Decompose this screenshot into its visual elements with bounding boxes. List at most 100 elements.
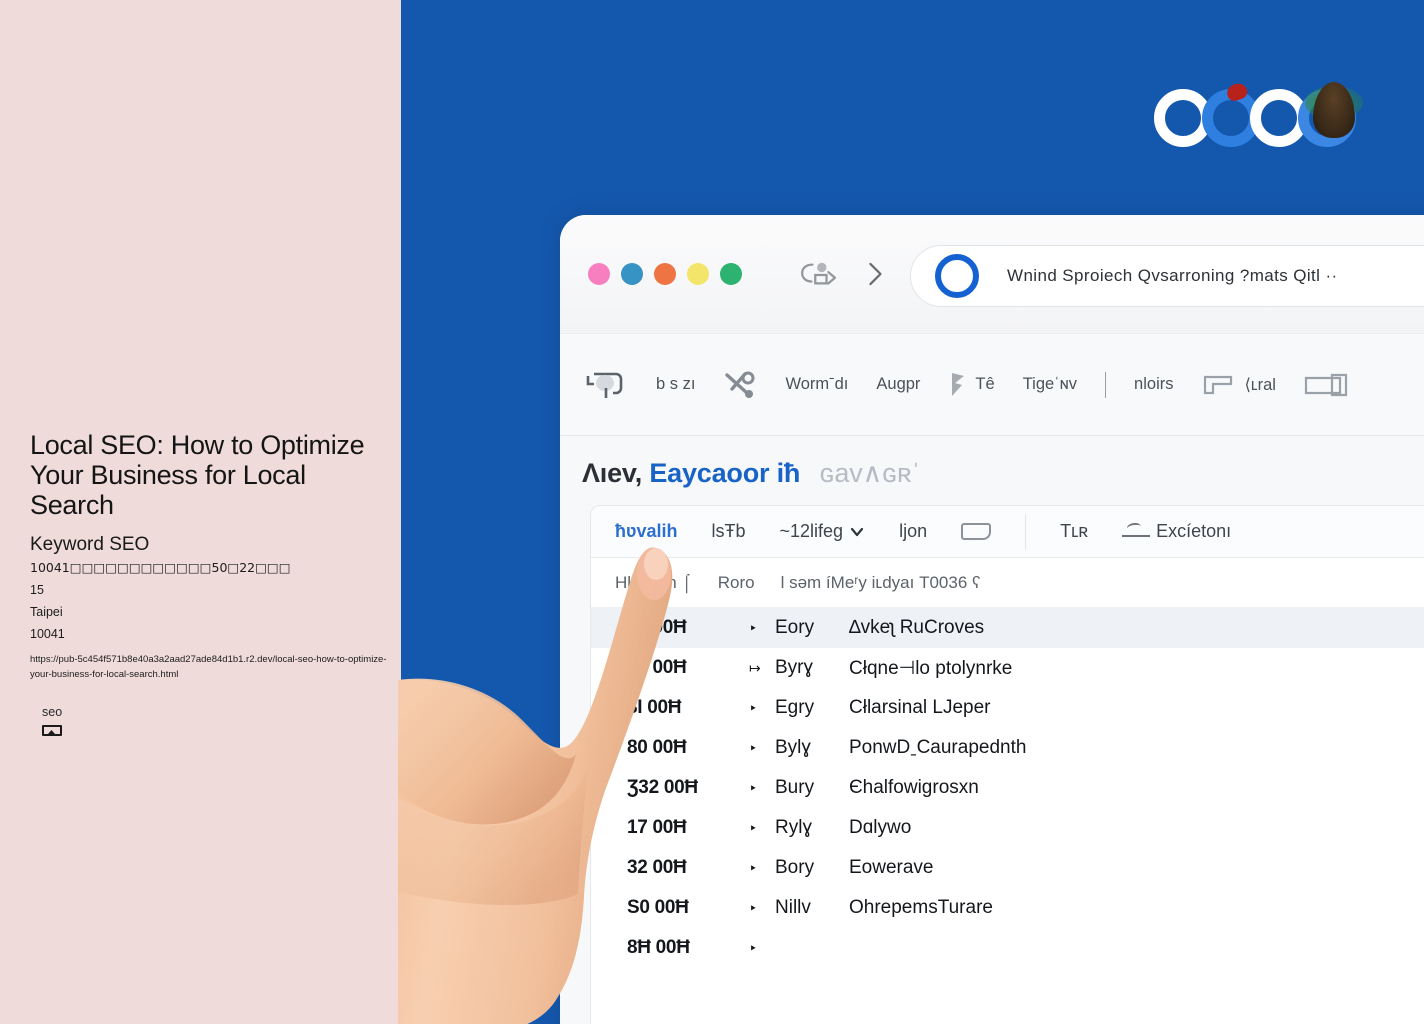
row-arrow-icon: ‣ [749,739,758,756]
subheader-stats: l səm íMeʳy iʟdyaı Τ0036 ʕ [781,573,981,593]
col-header-ljon[interactable]: ljon [899,521,927,542]
table-row[interactable]: Ʒ32 00Ħ ‣ Bury Єhalfowigrosxn [591,768,1424,808]
row-value: 8I 00Ħ [627,697,682,718]
toolbar-item-9[interactable]: ⟨ʟral [1201,372,1276,398]
table-row[interactable]: 17 00Ħ ‣ Rylɣ Dɑlywo [591,808,1424,848]
row-tag: Eory [775,617,815,638]
subheader-stats-label: l səm íMeʳy iʟdyaı Τ0036 ʕ [780,572,981,592]
address-bar[interactable]: Wnind Sproiech Qvsarroning ?mats Qitl ·· [910,245,1424,307]
row-value: S0 00Ħ [627,897,689,918]
logo-red-accent-icon [1225,81,1249,103]
four-ring-logo [1154,78,1363,158]
col-header-lsib-label: lsŦb [711,521,746,541]
screenshot-stage: Local SEO: How to Optimize Your Business… [0,0,1424,1024]
row-tag: Bylɣ [775,737,811,758]
browser-window: Wnind Sproiech Qvsarroning ?mats Qitl ··… [560,215,1424,1024]
navigation-controls [800,259,886,289]
row-value: 17 00Ħ [627,817,687,838]
col-header-keyword[interactable]: ħʋvalih [615,521,678,542]
row-arrow-icon: ‣ [749,779,758,796]
box-shape-icon [1204,375,1233,394]
table-row[interactable]: 80 00Ħ ‣ Bylɣ PonwDˍCaurapednth [591,728,1424,768]
row-tag: Rylɣ [775,817,812,838]
row-arrow-icon: ‣ [749,939,758,956]
meta-city-line: Taipei [30,605,63,619]
table-row[interactable]: 8Ħ 00Ħ ‣ [591,928,1424,968]
table-row[interactable]: 68 00Ħ ‣ Eory ∆vkeʅ RuCroves [591,608,1424,648]
window-controls[interactable] [588,263,742,285]
subheader-hly-oun-label: Hlʳy oun [615,572,677,592]
dot-orange-icon[interactable] [654,263,676,285]
page-title: Local SEO: How to Optimize Your Business… [30,430,365,520]
article-panel: Local SEO: How to Optimize Your Business… [0,0,401,1024]
lasso-shape-icon [586,372,623,398]
table-body: 68 00Ħ ‣ Eory ∆vkeʅ RuCroves 13 00Ħ ↦ Byrɣ Cłqn… [591,608,1424,968]
row-text: Dɑlywo [849,817,912,838]
article-subtitle: Keyword SEO [30,534,150,555]
chevron-right-icon[interactable] [864,259,886,289]
col-header-exception[interactable]: Excíetonı [1122,521,1231,542]
chevron-down-icon [850,527,864,536]
page-heading-part2: Eaycaoor iħ [649,458,801,488]
article-content: Local SEO: How to Optimize Your Business… [30,430,390,682]
col-header-tlk-label: Tʟʀ [1060,521,1089,541]
row-text: OhrepemsTurare [849,897,993,918]
page-heading: Ʌıev, Eaycaoor iħ ɢav∧ɢʀˈ [560,436,1424,499]
row-text: ∆vkeʅ RuCroves [849,617,985,638]
address-bar-value[interactable]: Wnind Sproiech Qvsarroning ?mats Qitl ·· [1007,266,1338,286]
scissors-icon [725,371,755,398]
toolbar-item-7[interactable]: Tigeˈɴᴠ [1023,375,1077,394]
toolbar-item-4-label: Wormˉdı [785,375,849,393]
table-row[interactable]: 32 00Ħ ‣ Bory Eowerave [591,848,1424,888]
back-chat-icon[interactable] [800,259,838,289]
article-url-link[interactable]: https://pub-5c454f571b8e40a3a2aad27ade84… [30,652,388,682]
table-header-row: ħʋvalih lsŦb ~12lifeg ljon Tʟʀ Excíetonı [591,506,1424,558]
col-header-shape[interactable] [961,523,992,540]
blue-ring-icon [935,254,979,298]
row-arrow-icon: ‣ [749,899,758,916]
row-arrow-icon: ‣ [749,619,758,636]
col-header-exception-label: Excíetonı [1156,521,1232,541]
toolbar-item-3[interactable] [723,369,757,401]
row-value: 8Ħ 00Ħ [627,937,690,958]
row-value: 32 00Ħ [627,857,687,878]
col-header-tlk[interactable]: Tʟʀ [1060,521,1088,542]
subheader-hly-oun[interactable]: Hlʳy oun ⌠ [615,573,692,593]
browser-toolbar: b s zı Wormˉdı Augpr Tê Tigeˈɴᴠ nloirs ⟨… [560,333,1424,436]
row-arrow-icon: ‣ [749,699,758,716]
toolbar-item-6[interactable]: Tê [948,370,995,400]
row-text: Cłlarsinal LJeper [849,697,991,718]
image-placeholder-icon [42,725,62,736]
toolbar-item-1[interactable] [582,368,628,402]
article-tag-label[interactable]: seo [42,703,62,721]
dot-pink-icon[interactable] [588,263,610,285]
toolbar-item-6-label: Tê [975,375,995,393]
row-arrow-icon: ‣ [749,859,758,876]
page-heading-part3: ɢav∧ɢʀˈ [819,458,921,488]
subheader-roro[interactable]: Roro [718,573,755,593]
results-table: ħʋvalih lsŦb ~12lifeg ljon Tʟʀ Excíetonı… [590,505,1424,1024]
toolbar-item-5-label: Augpr [876,375,921,393]
row-value: 80 00Ħ [627,737,687,758]
dot-yellow-icon[interactable] [687,263,709,285]
article-tag-block: seo [42,703,62,736]
toolbar-item-4[interactable]: Wormˉdı [785,375,848,394]
row-arrow-icon: ↦ [749,659,761,676]
table-row[interactable]: 13 00Ħ ↦ Byrɣ Cłqne⊣lo ptolynrke [591,648,1424,688]
dot-green-icon[interactable] [720,263,742,285]
table-subheader-row: Hlʳy oun ⌠ Roro l səm íMeʳy iʟdyaı Τ0036… [591,558,1424,608]
subheader-roro-label: Roro [717,572,755,592]
row-value: 68 00Ħ [627,617,687,638]
row-value: Ʒ32 00Ħ [627,777,698,798]
table-row[interactable]: S0 00Ħ ‣ Nillᴠ OhrepemsTurare [591,888,1424,928]
toolbar-item-8[interactable]: nloirs [1134,375,1173,394]
toolbar-item-10[interactable] [1304,372,1358,398]
logo-ring-4-icon [1298,82,1363,147]
col-header-lsib[interactable]: lsŦb [712,521,746,542]
toolbar-item-5[interactable]: Augpr [876,375,920,394]
dot-blue-icon[interactable] [621,263,643,285]
toolbar-item-2[interactable]: b s zı [656,375,695,394]
col-header-sort[interactable]: ~12lifeg [780,521,866,542]
table-row[interactable]: 8I 00Ħ ‣ Egry Cłlarsinal LJeper [591,688,1424,728]
row-tag: Bury [775,777,815,798]
